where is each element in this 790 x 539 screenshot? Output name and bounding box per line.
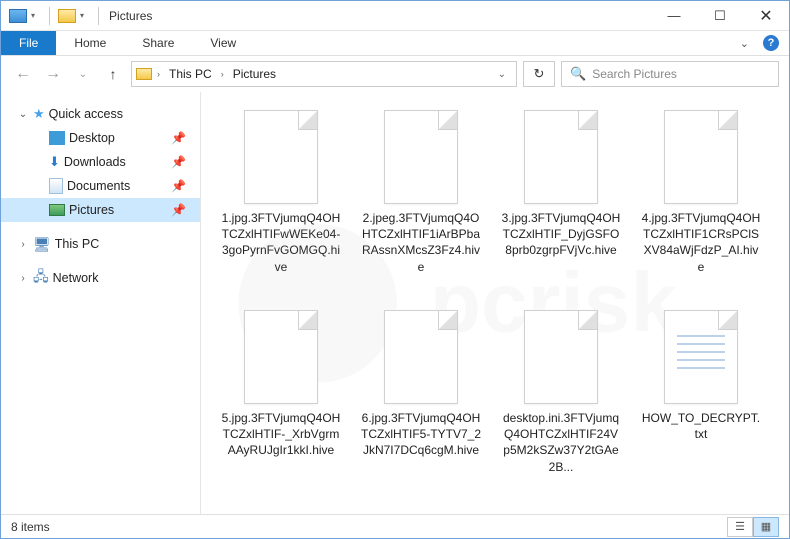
chevron-right-icon[interactable]: › bbox=[218, 69, 227, 79]
file-name: 3.jpg.3FTVjumqQ4OHTCZxlHTIF_DyjGSFO8prb0… bbox=[501, 210, 621, 259]
sidebar-item-label: Pictures bbox=[69, 203, 114, 217]
file-name: 5.jpg.3FTVjumqQ4OHTCZxlHTIF-_XrbVgrmAAyR… bbox=[221, 410, 341, 459]
sidebar-item-desktop[interactable]: Desktop 📌 bbox=[1, 126, 200, 150]
tab-view[interactable]: View bbox=[192, 31, 254, 55]
forward-button[interactable]: → bbox=[41, 62, 65, 86]
downloads-icon: ⬇ bbox=[49, 154, 60, 170]
sidebar-label: This PC bbox=[55, 237, 99, 251]
sidebar-this-pc[interactable]: › 🖥 This PC bbox=[1, 232, 200, 256]
file-icon bbox=[244, 310, 318, 404]
search-placeholder: Search Pictures bbox=[592, 67, 677, 81]
details-view-button[interactable]: ☰ bbox=[727, 517, 753, 537]
sidebar-item-label: Documents bbox=[67, 179, 130, 193]
titlebar: ▾ ▾ Pictures — ☐ ✕ bbox=[1, 1, 789, 31]
tab-file[interactable]: File bbox=[1, 31, 56, 55]
status-bar: 8 items ☰ ▦ bbox=[1, 514, 789, 538]
file-item[interactable]: 3.jpg.3FTVjumqQ4OHTCZxlHTIF_DyjGSFO8prb0… bbox=[491, 104, 631, 304]
file-item[interactable]: 2.jpeg.3FTVjumqQ4OHTCZxlHTIF1iArBPbaRAss… bbox=[351, 104, 491, 304]
tab-home[interactable]: Home bbox=[56, 31, 124, 55]
close-button[interactable]: ✕ bbox=[743, 1, 789, 31]
tab-share[interactable]: Share bbox=[124, 31, 192, 55]
file-item[interactable]: HOW_TO_DECRYPT.txt bbox=[631, 304, 771, 504]
help-icon[interactable]: ? bbox=[763, 35, 779, 51]
folder-icon bbox=[58, 9, 76, 23]
breadcrumb-leaf[interactable]: Pictures bbox=[229, 67, 280, 81]
pin-icon: 📌 bbox=[171, 203, 186, 217]
file-item[interactable]: 6.jpg.3FTVjumqQ4OHTCZxlHTIF5-TYTV7_2JkN7… bbox=[351, 304, 491, 504]
file-item[interactable]: 5.jpg.3FTVjumqQ4OHTCZxlHTIF-_XrbVgrmAAyR… bbox=[211, 304, 351, 504]
file-icon bbox=[524, 310, 598, 404]
sidebar-item-label: Downloads bbox=[64, 155, 126, 169]
file-icon bbox=[524, 110, 598, 204]
minimize-button[interactable]: — bbox=[651, 1, 697, 31]
folder-icon bbox=[136, 68, 152, 80]
address-dropdown-icon[interactable]: ⌄ bbox=[492, 69, 512, 80]
file-name: HOW_TO_DECRYPT.txt bbox=[641, 410, 761, 442]
item-count: 8 items bbox=[11, 520, 50, 534]
search-input[interactable]: 🔍 Search Pictures bbox=[561, 61, 779, 87]
file-icon bbox=[384, 110, 458, 204]
collapse-icon[interactable]: ⌄ bbox=[17, 109, 29, 120]
sidebar-item-downloads[interactable]: ⬇ Downloads 📌 bbox=[1, 150, 200, 174]
app-icon bbox=[9, 9, 27, 23]
sidebar-item-label: Desktop bbox=[69, 131, 115, 145]
network-icon: 🖧 bbox=[33, 266, 49, 290]
file-name: 4.jpg.3FTVjumqQ4OHTCZxlHTIF1CRsPClSXV84a… bbox=[641, 210, 761, 275]
qat-dropdown-icon[interactable]: ▾ bbox=[31, 11, 35, 20]
file-name: 1.jpg.3FTVjumqQ4OHTCZxlHTIFwWEKe04-3goPy… bbox=[221, 210, 341, 275]
expand-icon[interactable]: › bbox=[17, 239, 29, 250]
sidebar-item-pictures[interactable]: Pictures 📌 bbox=[1, 198, 200, 222]
title-text: Pictures bbox=[109, 9, 152, 23]
file-name: desktop.ini.3FTVjumqQ4OHTCZxlHTIF24Vp5M2… bbox=[501, 410, 621, 475]
separator bbox=[49, 7, 50, 25]
file-name: 6.jpg.3FTVjumqQ4OHTCZxlHTIF5-TYTV7_2JkN7… bbox=[361, 410, 481, 459]
view-toggles: ☰ ▦ bbox=[727, 517, 779, 537]
explorer-window: ▾ ▾ Pictures — ☐ ✕ File Home Share View … bbox=[0, 0, 790, 539]
file-item[interactable]: 1.jpg.3FTVjumqQ4OHTCZxlHTIFwWEKe04-3goPy… bbox=[211, 104, 351, 304]
qat-dropdown-icon[interactable]: ▾ bbox=[80, 11, 84, 20]
maximize-button[interactable]: ☐ bbox=[697, 1, 743, 31]
breadcrumb-root[interactable]: This PC bbox=[165, 67, 216, 81]
files-view[interactable]: pcrisk 1.jpg.3FTVjumqQ4OHTCZxlHTIFwWEKe0… bbox=[201, 92, 789, 514]
back-button[interactable]: ← bbox=[11, 62, 35, 86]
desktop-icon bbox=[49, 131, 65, 145]
window-title: Pictures bbox=[109, 9, 152, 23]
file-item[interactable]: 4.jpg.3FTVjumqQ4OHTCZxlHTIF1CRsPClSXV84a… bbox=[631, 104, 771, 304]
address-bar[interactable]: › This PC › Pictures ⌄ bbox=[131, 61, 517, 87]
up-button[interactable]: ↑ bbox=[101, 62, 125, 86]
file-item[interactable]: desktop.ini.3FTVjumqQ4OHTCZxlHTIF24Vp5M2… bbox=[491, 304, 631, 504]
ribbon-tabs: File Home Share View ⌄ ? bbox=[1, 31, 789, 56]
pin-icon: 📌 bbox=[171, 131, 186, 145]
star-icon: ★ bbox=[33, 106, 45, 122]
file-icon bbox=[384, 310, 458, 404]
navigation-bar: ← → ⌄ ↑ › This PC › Pictures ⌄ ↻ 🔍 Searc… bbox=[1, 56, 789, 92]
documents-icon bbox=[49, 178, 63, 194]
text-file-icon bbox=[664, 310, 738, 404]
file-icon bbox=[244, 110, 318, 204]
chevron-right-icon[interactable]: › bbox=[154, 69, 163, 79]
content-area: ⌄ ★ Quick access Desktop 📌 ⬇ Downloads 📌… bbox=[1, 92, 789, 514]
icons-view-button[interactable]: ▦ bbox=[753, 517, 779, 537]
sidebar-label: Network bbox=[53, 271, 99, 285]
refresh-button[interactable]: ↻ bbox=[523, 61, 555, 87]
separator bbox=[98, 7, 99, 25]
pin-icon: 📌 bbox=[171, 155, 186, 169]
pin-icon: 📌 bbox=[171, 179, 186, 193]
pictures-icon bbox=[49, 204, 65, 216]
expand-ribbon-icon[interactable]: ⌄ bbox=[740, 37, 749, 50]
file-name: 2.jpeg.3FTVjumqQ4OHTCZxlHTIF1iArBPbaRAss… bbox=[361, 210, 481, 275]
recent-dropdown-icon[interactable]: ⌄ bbox=[71, 62, 95, 86]
this-pc-icon: 🖥 bbox=[33, 236, 51, 253]
sidebar-network[interactable]: › 🖧 Network bbox=[1, 266, 200, 290]
expand-icon[interactable]: › bbox=[17, 273, 29, 284]
search-icon: 🔍 bbox=[570, 66, 586, 82]
sidebar-label: Quick access bbox=[49, 107, 123, 121]
sidebar-quick-access[interactable]: ⌄ ★ Quick access bbox=[1, 102, 200, 126]
navigation-pane: ⌄ ★ Quick access Desktop 📌 ⬇ Downloads 📌… bbox=[1, 92, 201, 514]
quick-access-toolbar: ▾ ▾ bbox=[1, 7, 105, 25]
window-controls: — ☐ ✕ bbox=[651, 1, 789, 31]
sidebar-item-documents[interactable]: Documents 📌 bbox=[1, 174, 200, 198]
file-icon bbox=[664, 110, 738, 204]
